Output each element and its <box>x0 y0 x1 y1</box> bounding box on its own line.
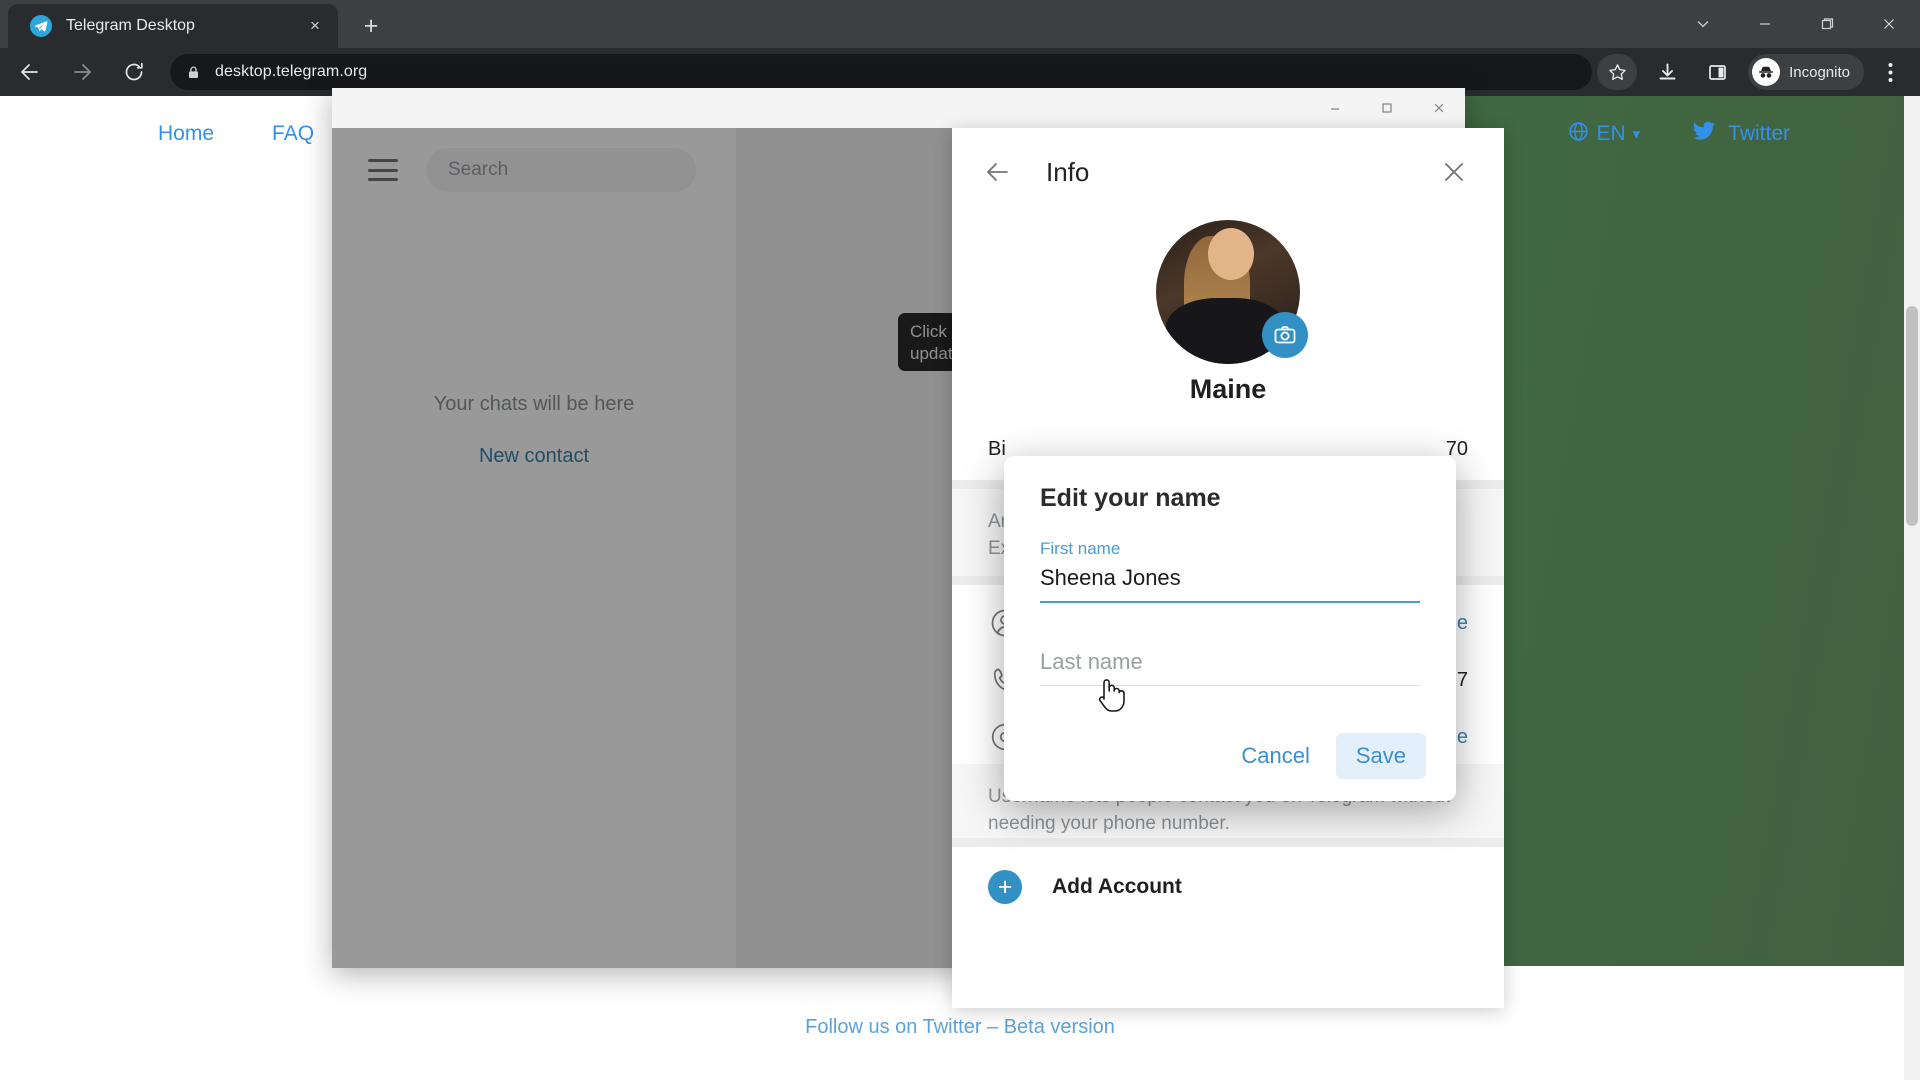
back-arrow-icon[interactable] <box>8 50 52 94</box>
profile-name: Maine <box>1189 374 1267 404</box>
twitter-bird-icon <box>1692 119 1716 149</box>
edit-name-dialog: Edit your name First name Sheena Jones L… <box>1004 456 1456 801</box>
site-nav-right: EN ▾ Twitter <box>1568 119 1790 149</box>
page-footer-link[interactable]: Follow us on Twitter – Beta version <box>0 1016 1920 1039</box>
new-tab-button[interactable]: + <box>355 10 387 42</box>
bio-label: Bi <box>988 438 1006 460</box>
page-scrollbar-thumb[interactable] <box>1906 306 1918 526</box>
back-arrow-icon[interactable] <box>978 152 1018 192</box>
telegram-minimize-button[interactable] <box>1309 88 1361 128</box>
add-account-label: Add Account <box>1052 875 1182 898</box>
minimize-icon[interactable] <box>1734 0 1796 48</box>
telegram-icon <box>30 15 52 37</box>
chevron-down-icon[interactable] <box>1672 0 1734 48</box>
profile-avatar-wrap <box>1156 220 1308 364</box>
incognito-label: Incognito <box>1789 63 1850 81</box>
info-panel-title: Info <box>1046 156 1090 187</box>
browser-tab[interactable]: Telegram Desktop × <box>8 4 338 48</box>
language-selector[interactable]: EN ▾ <box>1568 121 1640 148</box>
forward-arrow-icon[interactable] <box>60 50 104 94</box>
nav-home[interactable]: Home <box>158 122 214 146</box>
kebab-menu-icon[interactable] <box>1870 52 1910 92</box>
lock-icon <box>186 65 201 80</box>
reload-icon[interactable] <box>112 50 156 94</box>
telegram-maximize-button[interactable] <box>1361 88 1413 128</box>
maximize-icon[interactable] <box>1796 0 1858 48</box>
twitter-label: Twitter <box>1728 122 1790 145</box>
cancel-button[interactable]: Cancel <box>1221 733 1329 779</box>
browser-tab-title: Telegram Desktop <box>66 17 195 34</box>
mouse-cursor-pointer <box>1095 673 1129 720</box>
page-scrollbar[interactable] <box>1904 96 1920 1080</box>
site-nav-left: Home FAQ <box>158 122 314 146</box>
telegram-title-bar <box>332 88 1465 128</box>
add-account-button[interactable]: + Add Account <box>952 847 1504 927</box>
globe-icon <box>1568 121 1589 148</box>
first-name-underline <box>1040 601 1420 603</box>
close-icon[interactable] <box>1858 0 1920 48</box>
close-icon[interactable]: × <box>302 13 328 39</box>
chevron-down-icon: ▾ <box>1632 126 1641 143</box>
star-icon[interactable] <box>1597 52 1638 92</box>
telegram-close-button[interactable] <box>1413 88 1465 128</box>
first-name-label: First name <box>1040 539 1121 558</box>
first-name-input[interactable]: Sheena Jones <box>1040 559 1420 601</box>
divider <box>952 838 1504 847</box>
incognito-icon <box>1752 58 1781 86</box>
nav-faq[interactable]: FAQ <box>272 122 314 146</box>
twitter-link[interactable]: Twitter <box>1692 119 1790 149</box>
language-label: EN <box>1596 122 1626 145</box>
download-icon[interactable] <box>1647 52 1687 92</box>
browser-tab-strip: Telegram Desktop × + <box>0 0 1920 48</box>
close-icon[interactable] <box>1434 152 1474 192</box>
incognito-indicator[interactable]: Incognito <box>1748 54 1864 90</box>
first-name-field[interactable]: First name Sheena Jones <box>1040 539 1420 603</box>
address-bar[interactable]: desktop.telegram.org <box>170 54 1593 90</box>
dialog-actions: Cancel Save <box>1221 733 1426 779</box>
side-panel-icon[interactable] <box>1697 52 1737 92</box>
address-bar-url: desktop.telegram.org <box>215 63 368 80</box>
browser-window-controls <box>1672 0 1920 48</box>
telegram-desktop-window: Search Your chats will be here New conta… <box>332 88 1504 1008</box>
camera-icon[interactable] <box>1262 312 1308 358</box>
save-button[interactable]: Save <box>1335 733 1426 779</box>
info-panel-header: Info <box>952 128 1504 216</box>
browser-toolbar-actions: Incognito <box>1592 52 1920 92</box>
dialog-title: Edit your name <box>1040 484 1221 512</box>
plus-icon: + <box>988 870 1022 904</box>
